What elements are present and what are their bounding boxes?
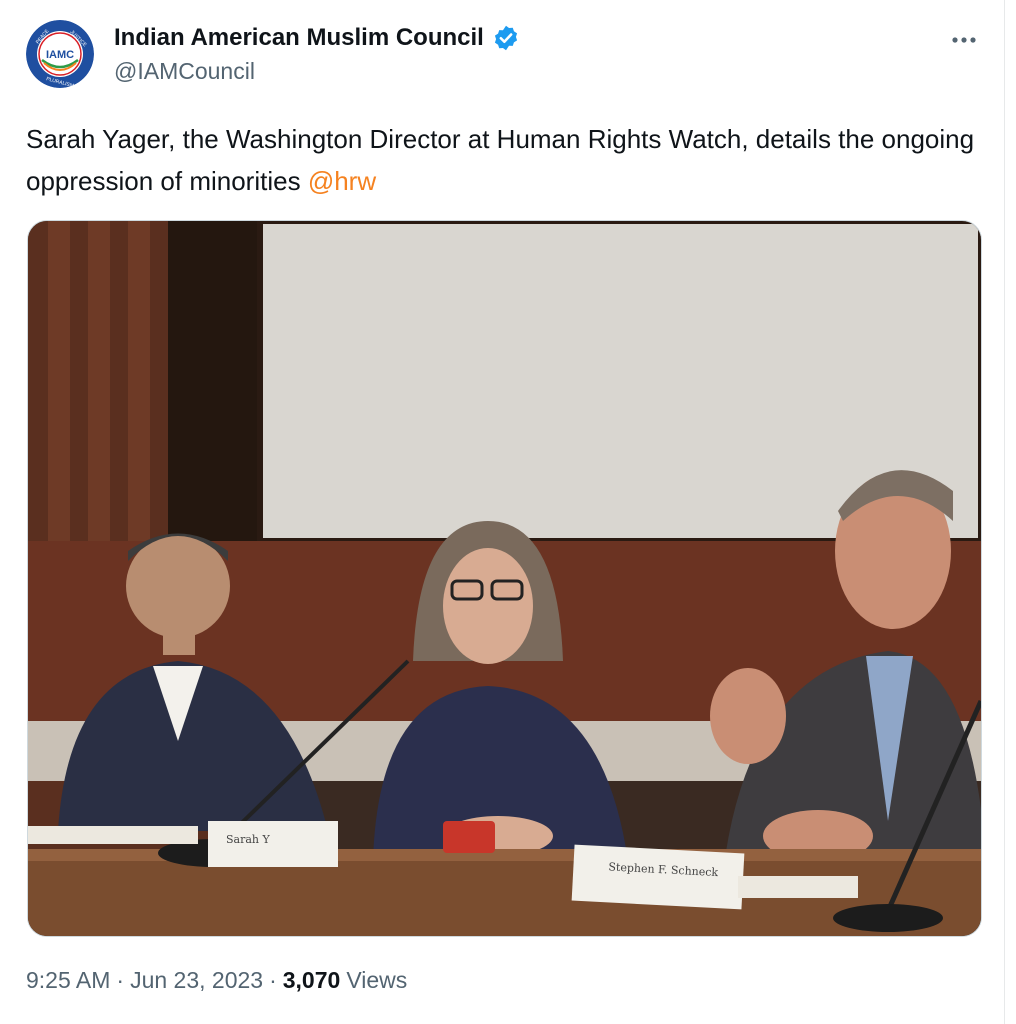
author-handle[interactable]: @IAMCouncil — [114, 56, 255, 86]
panel-photo: Sarah Y Stephen F. Schneck — [28, 221, 981, 936]
author-display-name[interactable]: Indian American Muslim Council — [114, 24, 484, 52]
views-count: 3,070 — [282, 966, 341, 993]
author-name-row[interactable]: Indian American Muslim Council — [114, 22, 520, 54]
tweet-date[interactable]: Jun 23, 2023 — [130, 967, 263, 994]
tweet-meta: 9:25 AM · Jun 23, 2023 · 3,070 Views — [26, 962, 407, 998]
tweet-photo[interactable]: Sarah Y Stephen F. Schneck — [27, 220, 982, 937]
author-avatar[interactable]: IAMC PEACE JUSTICE PLURALISM — [26, 20, 94, 88]
tweet-body: Sarah Yager, the Washington Director at … — [26, 124, 975, 196]
avatar-text: IAMC — [46, 49, 74, 61]
mention-link[interactable]: @hrw — [308, 166, 376, 196]
verified-badge-icon[interactable] — [492, 24, 520, 52]
tweet-time[interactable]: 9:25 AM — [26, 967, 110, 994]
meta-separator: · — [116, 966, 125, 993]
placard-left-text: Sarah Y — [226, 833, 270, 846]
more-options-button[interactable] — [944, 20, 984, 60]
more-horizontal-icon — [952, 37, 976, 43]
tweet-text: Sarah Yager, the Washington Director at … — [26, 118, 986, 202]
timeline-border — [1004, 0, 1005, 1024]
views-label: Views — [346, 966, 408, 993]
iamc-logo: IAMC PEACE JUSTICE PLURALISM — [26, 20, 94, 88]
meta-separator: · — [269, 966, 277, 993]
